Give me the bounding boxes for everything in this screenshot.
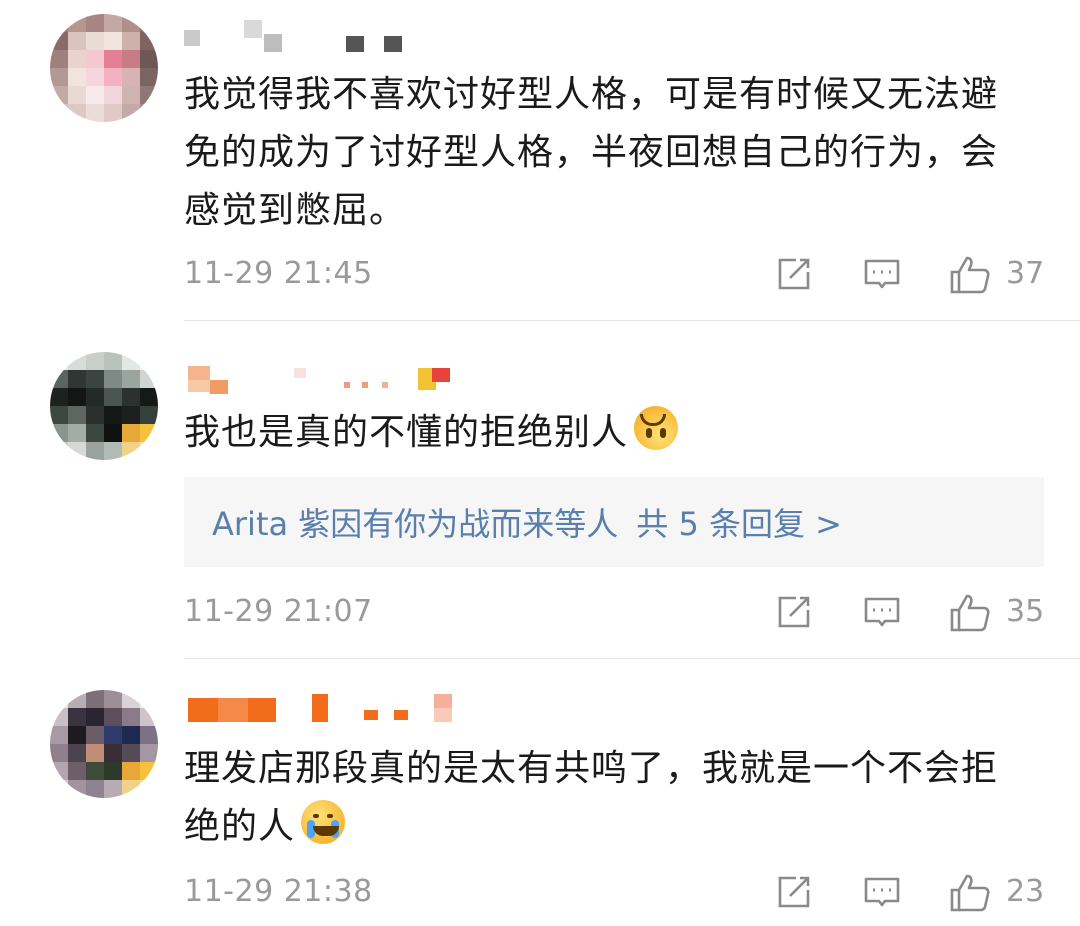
like-count: 23 xyxy=(1006,874,1045,909)
comment-meta: 11-29 21:45 37 xyxy=(184,254,1044,298)
like-count: 35 xyxy=(1006,594,1045,629)
share-icon[interactable] xyxy=(774,254,814,298)
comment-icon[interactable] xyxy=(862,254,902,298)
divider xyxy=(184,320,1080,321)
comment-meta: 11-29 21:38 23 xyxy=(184,872,1044,916)
share-icon[interactable] xyxy=(774,872,814,916)
like-icon[interactable] xyxy=(948,592,992,638)
username[interactable] xyxy=(184,20,414,52)
like-count: 37 xyxy=(1006,256,1045,291)
comment-text: 我也是真的不懂的拒绝别人 xyxy=(184,404,1034,462)
share-icon[interactable] xyxy=(774,592,814,636)
comment-time: 11-29 21:38 xyxy=(184,874,373,909)
divider xyxy=(184,658,1080,659)
comment-text-content: 我也是真的不懂的拒绝别人 xyxy=(184,412,629,453)
avatar[interactable] xyxy=(50,690,158,798)
avatar[interactable] xyxy=(50,352,158,460)
reply-summary[interactable]: Arita 紫因有你为战而来等人共 5 条回复 > xyxy=(184,477,1044,567)
username[interactable] xyxy=(184,364,464,394)
comment-meta: 11-29 21:07 35 xyxy=(184,592,1044,636)
comment-time: 11-29 21:45 xyxy=(184,256,373,291)
like-icon[interactable] xyxy=(948,254,992,300)
reply-summary-text[interactable]: Arita 紫因有你为战而来等人共 5 条回复 > xyxy=(212,499,842,545)
comment-icon[interactable] xyxy=(862,592,902,636)
avatar[interactable] xyxy=(50,14,158,122)
reply-names[interactable]: Arita 紫因有你为战而来等人 xyxy=(212,505,618,543)
upside-down-face-emoji xyxy=(634,406,679,450)
loudly-crying-face-emoji xyxy=(301,800,346,844)
comment-icon[interactable] xyxy=(862,872,902,916)
username[interactable] xyxy=(184,694,474,724)
comment-text: 我觉得我不喜欢讨好型人格，可是有时候又无法避免的成为了讨好型人格，半夜回想自己的… xyxy=(184,74,999,231)
comment-text: 理发店那段真的是太有共鸣了，我就是一个不会拒绝的人 xyxy=(184,740,1034,856)
comment-time: 11-29 21:07 xyxy=(184,594,373,629)
like-icon[interactable] xyxy=(948,872,992,918)
reply-count[interactable]: 共 5 条回复 > xyxy=(636,505,842,543)
